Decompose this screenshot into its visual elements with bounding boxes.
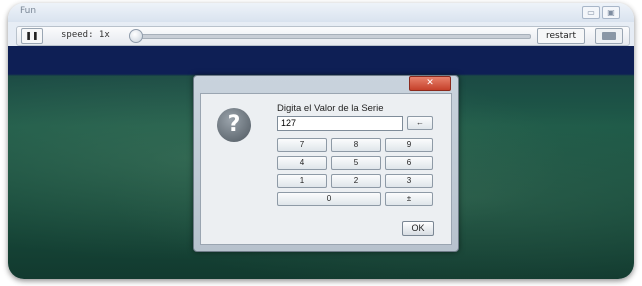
maximize-icon[interactable]: ▣: [602, 6, 620, 19]
speed-label: speed: 1x: [61, 30, 110, 40]
restart-button[interactable]: restart: [537, 28, 585, 44]
key-5[interactable]: 5: [331, 156, 381, 170]
value-input[interactable]: 127: [277, 116, 403, 131]
question-icon: ?: [217, 108, 251, 142]
key-6[interactable]: 6: [385, 156, 433, 170]
input-dialog: ✕ ? Digita el Valor de la Serie 127 ← 7 …: [193, 75, 459, 252]
speed-slider-track[interactable]: [131, 34, 531, 39]
key-9[interactable]: 9: [385, 138, 433, 152]
key-7[interactable]: 7: [277, 138, 327, 152]
backspace-button[interactable]: ←: [407, 116, 433, 130]
key-plus-minus[interactable]: ±: [385, 192, 433, 206]
speed-slider-knob[interactable]: [129, 29, 143, 43]
simulation-toolbar: ❚❚ speed: 1x restart: [16, 26, 630, 46]
key-2[interactable]: 2: [331, 174, 381, 188]
title-bar: Fun ▭ ▣: [8, 3, 634, 22]
pause-button[interactable]: ❚❚: [21, 28, 43, 44]
close-icon[interactable]: ✕: [409, 76, 451, 91]
window-title: Fun: [20, 6, 37, 16]
ok-button[interactable]: OK: [402, 221, 434, 236]
key-3[interactable]: 3: [385, 174, 433, 188]
key-0[interactable]: 0: [277, 192, 381, 206]
key-1[interactable]: 1: [277, 174, 327, 188]
dialog-body: ? Digita el Valor de la Serie 127 ← 7 8 …: [200, 93, 452, 245]
minimize-icon[interactable]: ▭: [582, 6, 600, 19]
camera-icon[interactable]: [595, 28, 623, 44]
dialog-prompt: Digita el Valor de la Serie: [277, 103, 384, 114]
key-8[interactable]: 8: [331, 138, 381, 152]
key-4[interactable]: 4: [277, 156, 327, 170]
